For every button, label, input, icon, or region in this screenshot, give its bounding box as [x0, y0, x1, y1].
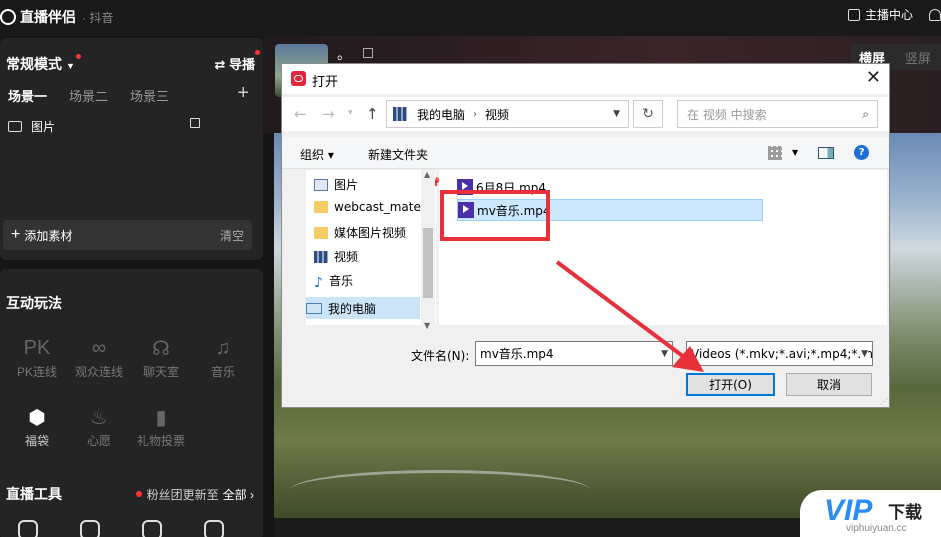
annotation-arrow	[555, 260, 704, 372]
watermark: VIP 下载 viphuiyuan.cc	[800, 490, 941, 537]
watermark-url: viphuiyuan.cc	[846, 523, 907, 534]
watermark-suffix: 下载	[888, 503, 922, 522]
arrow-shaft	[555, 260, 690, 362]
